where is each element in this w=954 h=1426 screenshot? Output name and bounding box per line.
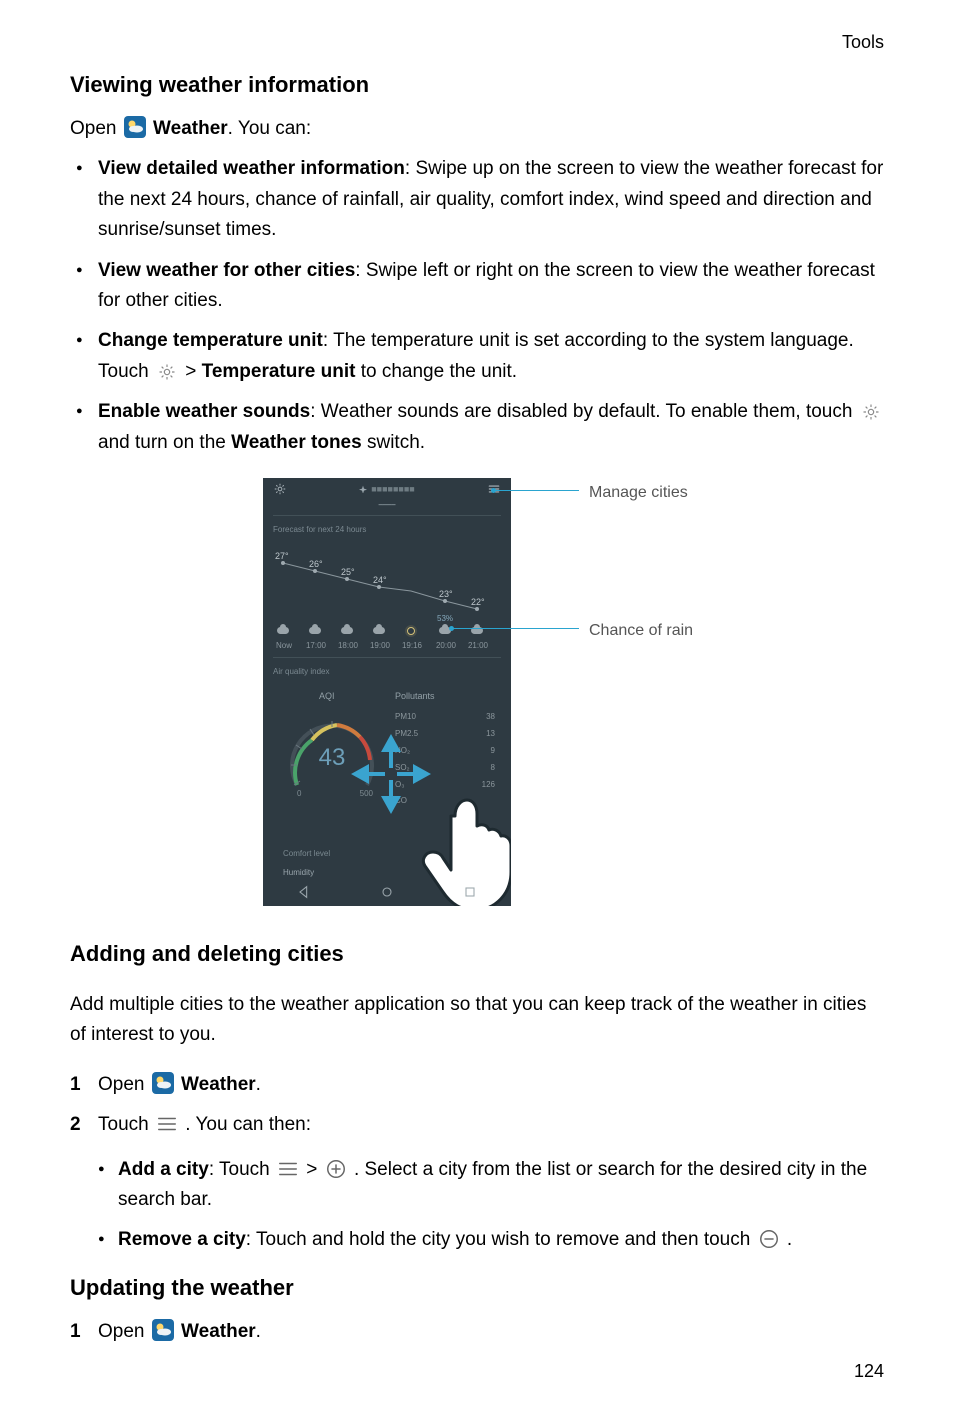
text: Open [98, 1321, 150, 1342]
bullet-title: Remove a city [118, 1229, 246, 1250]
text: Touch [98, 1114, 154, 1135]
air-quality-title: Air quality index [273, 666, 501, 679]
bullet-text: and turn on the [98, 432, 231, 453]
text: : Touch [209, 1159, 275, 1180]
plus-circle-icon [325, 1158, 347, 1180]
weather-app-icon [152, 1319, 174, 1341]
gear-icon [156, 361, 178, 383]
comfort-item: Humidity [283, 867, 383, 880]
bullet-title: View weather for other cities [98, 260, 355, 281]
heading-adding-deleting: Adding and deleting cities [70, 936, 884, 971]
page-category: Tools [70, 28, 884, 57]
separator: > [306, 1159, 322, 1180]
heading-viewing-weather: Viewing weather information [70, 67, 884, 102]
bullet-temperature-unit: Change temperature unit: The temperature… [70, 326, 884, 387]
step-open-weather: Open Weather. [70, 1317, 884, 1347]
text: Open [98, 1074, 150, 1095]
hour-label: 21:00 [463, 640, 493, 653]
bullet-title: View detailed weather information [98, 158, 405, 179]
phone-mockup: ■■■■■■■■ ━━━━ Forecast for next 24 hours [263, 478, 511, 906]
hour-label: 17:00 [301, 640, 331, 653]
text: . [256, 1074, 261, 1095]
menu-icon [156, 1113, 178, 1135]
back-icon[interactable] [296, 884, 312, 900]
bullet-title: Add a city [118, 1159, 209, 1180]
temperature-unit-label: Temperature unit [202, 361, 356, 382]
bullet-weather-sounds: Enable weather sounds: Weather sounds ar… [70, 397, 884, 458]
bullet-text: : Weather sounds are disabled by default… [310, 401, 857, 422]
weather-app-icon [124, 116, 146, 138]
bullet-add-city: Add a city: Touch > . Select a city from… [98, 1155, 884, 1216]
minus-circle-icon [758, 1228, 780, 1250]
pollutants-title: Pollutants [395, 689, 505, 703]
weather-tones-label: Weather tones [231, 432, 362, 453]
hour-label: 20:00 [431, 640, 461, 653]
hour-label: 19:00 [365, 640, 395, 653]
callout-manage-cities: Manage cities [589, 480, 688, 506]
menu-icon [277, 1158, 299, 1180]
app-name: Weather [153, 118, 228, 139]
app-name: Weather [181, 1074, 256, 1095]
recents-icon[interactable] [462, 884, 478, 900]
text: . You can: [228, 118, 311, 139]
callout-chance-of-rain: Chance of rain [589, 618, 693, 644]
bullet-other-cities: View weather for other cities: Swipe lef… [70, 256, 884, 317]
text: Open [70, 118, 122, 139]
page-number: 124 [70, 1357, 884, 1386]
gear-icon[interactable] [273, 482, 287, 496]
forecast-section-title: Forecast for next 24 hours [273, 524, 501, 537]
hour-label: 19:16 [397, 640, 427, 653]
text: : Touch and hold the city you wish to re… [246, 1229, 756, 1250]
hour-label: 18:00 [333, 640, 363, 653]
bullet-title: Change temperature unit [98, 330, 323, 351]
step-open-weather: Open Weather. [70, 1070, 884, 1100]
text: . [256, 1321, 261, 1342]
hour-label: Now [269, 640, 299, 653]
bullet-remove-city: Remove a city: Touch and hold the city y… [98, 1225, 884, 1255]
aqi-label: AQI [319, 689, 335, 703]
app-name: Weather [181, 1321, 256, 1342]
bullet-title: Enable weather sounds [98, 401, 310, 422]
android-navbar[interactable] [263, 884, 511, 900]
weather-figure: ■■■■■■■■ ━━━━ Forecast for next 24 hours [70, 478, 884, 906]
bullet-sep: > [185, 361, 201, 382]
text: . [787, 1229, 792, 1250]
section-intro: Add multiple cities to the weather appli… [70, 990, 884, 1051]
intro-line: Open Weather. You can: [70, 114, 884, 144]
heading-updating-weather: Updating the weather [70, 1270, 884, 1305]
home-icon[interactable] [379, 884, 395, 900]
bullet-detailed-weather: View detailed weather information: Swipe… [70, 154, 884, 245]
weather-app-icon [152, 1072, 174, 1094]
aqi-min: 0 [297, 788, 301, 801]
step-touch-menu: Touch . You can then: Add a city: Touch … [70, 1110, 884, 1256]
bullet-text: to change the unit. [355, 361, 517, 382]
text: . You can then: [185, 1114, 311, 1135]
hourly-forecast[interactable]: 27° 26° 25° 24° 23° 22° 53% [273, 543, 501, 653]
gear-icon [860, 401, 882, 423]
comfort-section-title: Comfort level [283, 848, 383, 861]
bullet-text: switch. [362, 432, 425, 453]
location-label: ■■■■■■■■ [359, 482, 415, 496]
